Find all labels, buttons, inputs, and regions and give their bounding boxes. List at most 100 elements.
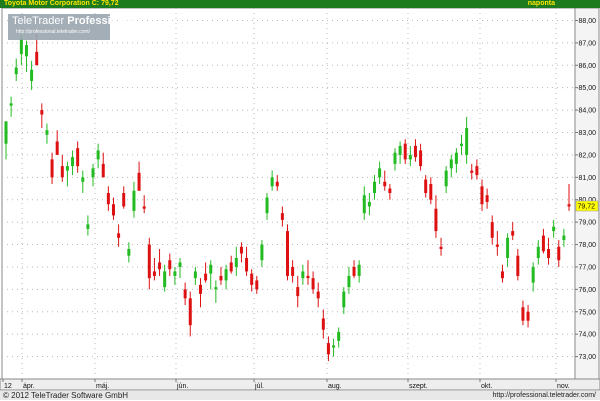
- candle-body: [398, 145, 402, 155]
- candle-body: [60, 166, 64, 178]
- y-tick-label: 76,00: [578, 287, 596, 294]
- candle-body: [557, 246, 561, 261]
- x-tick-label: ápr.: [23, 383, 35, 390]
- candle-body: [9, 103, 13, 106]
- candle-body: [332, 345, 336, 348]
- candle-body: [424, 179, 428, 193]
- candle-body: [204, 273, 208, 281]
- y-tick-label: 85,00: [578, 85, 596, 92]
- y-tick-label: 75,00: [578, 309, 596, 316]
- candle-body: [229, 262, 233, 272]
- x-tick-label: szept.: [409, 383, 428, 390]
- candle-body: [552, 226, 556, 232]
- footer-bar: © 2012 TeleTrader Software GmbH http://p…: [0, 390, 600, 400]
- candle-body: [117, 233, 121, 238]
- candle-body: [142, 206, 146, 209]
- candle-body: [86, 224, 90, 229]
- candle-body: [193, 271, 197, 279]
- candle-body: [393, 152, 397, 164]
- x-tick-label: máj.: [96, 383, 109, 390]
- candle-body: [567, 204, 571, 207]
- candle-body: [137, 172, 141, 191]
- candle-body: [347, 275, 351, 288]
- x-tick-label: nov.: [557, 383, 570, 390]
- candle-body: [183, 289, 187, 299]
- y-tick-label: 84,00: [578, 108, 596, 115]
- candle-body: [352, 266, 356, 276]
- candle-body: [255, 280, 259, 290]
- title-bar: Toyota Motor Corporation C: 79,72 napont…: [0, 0, 600, 8]
- x-tick-label: jún.: [176, 383, 188, 390]
- chart-title: Toyota Motor Corporation C: 79,72: [4, 0, 119, 7]
- candle-body: [71, 157, 75, 167]
- candle-body: [275, 181, 279, 187]
- candle-body: [127, 249, 131, 256]
- candle-body: [562, 235, 566, 241]
- candle-body: [439, 246, 443, 250]
- candle-body: [101, 163, 105, 178]
- x-tick-label: 12: [4, 383, 12, 390]
- candle-body: [55, 141, 59, 155]
- candle-body: [383, 181, 387, 187]
- candle-body: [91, 168, 95, 178]
- candle-body: [485, 195, 489, 202]
- period-label[interactable]: naponta: [528, 0, 555, 8]
- y-tick-label: 74,00: [578, 332, 596, 339]
- candle-body: [470, 170, 474, 173]
- candle-body: [541, 235, 545, 252]
- candle-body: [490, 222, 494, 238]
- candle-body: [234, 257, 238, 267]
- candle-body: [454, 152, 458, 164]
- candle-body: [449, 159, 453, 169]
- y-tick-label: 87,00: [578, 40, 596, 47]
- candle-body: [403, 143, 407, 160]
- candle-body: [188, 298, 192, 326]
- candle-body: [35, 51, 39, 66]
- candle-body: [378, 168, 382, 178]
- candle-body: [81, 177, 85, 182]
- x-tick-label: aug.: [328, 383, 342, 390]
- y-tick-label: 81,00: [578, 175, 596, 182]
- candle-body: [326, 343, 330, 355]
- y-tick-label: 78,00: [578, 242, 596, 249]
- candle-body: [301, 271, 305, 279]
- candle-body: [76, 148, 80, 167]
- logo-brand-light: TeleTrader: [12, 15, 65, 27]
- y-tick-label: 88,00: [578, 18, 596, 25]
- candle-body: [419, 150, 423, 167]
- candle-body: [506, 237, 510, 258]
- candle-body: [106, 193, 110, 205]
- candle-body: [280, 213, 284, 220]
- candle-body: [265, 197, 269, 214]
- candle-body: [460, 143, 464, 146]
- candle-body: [286, 231, 289, 276]
- candle-body: [547, 249, 551, 258]
- candle-body: [373, 181, 377, 193]
- candle-body: [480, 186, 484, 205]
- candle-body: [178, 262, 182, 267]
- candle-body: [296, 287, 300, 297]
- candle-body: [516, 255, 520, 276]
- logo-url: http://professional.teletrader.com/: [16, 29, 90, 35]
- x-axis-panel: [0, 378, 600, 390]
- candle-body: [45, 130, 49, 135]
- candle-body: [521, 307, 525, 321]
- candle-body: [434, 208, 438, 232]
- candle-body: [152, 271, 156, 276]
- candle-body: [511, 231, 515, 236]
- candle-body: [250, 273, 254, 285]
- candle-body: [224, 269, 228, 281]
- x-tick-label: okt.: [481, 383, 492, 390]
- candle-body: [219, 275, 223, 281]
- candlestick-chart: 73,0074,0075,0076,0077,0078,0079,0080,00…: [0, 8, 600, 390]
- candle-body: [147, 244, 151, 279]
- candle-body: [19, 38, 23, 55]
- candle-body: [270, 177, 274, 187]
- y-tick-label: 77,00: [578, 264, 596, 271]
- candle-body: [173, 271, 177, 276]
- candle-body: [132, 190, 136, 211]
- y-tick-label: 79,00: [578, 220, 596, 227]
- candle-body: [65, 166, 69, 171]
- plot-area: [1, 8, 576, 380]
- candle-body: [465, 128, 469, 155]
